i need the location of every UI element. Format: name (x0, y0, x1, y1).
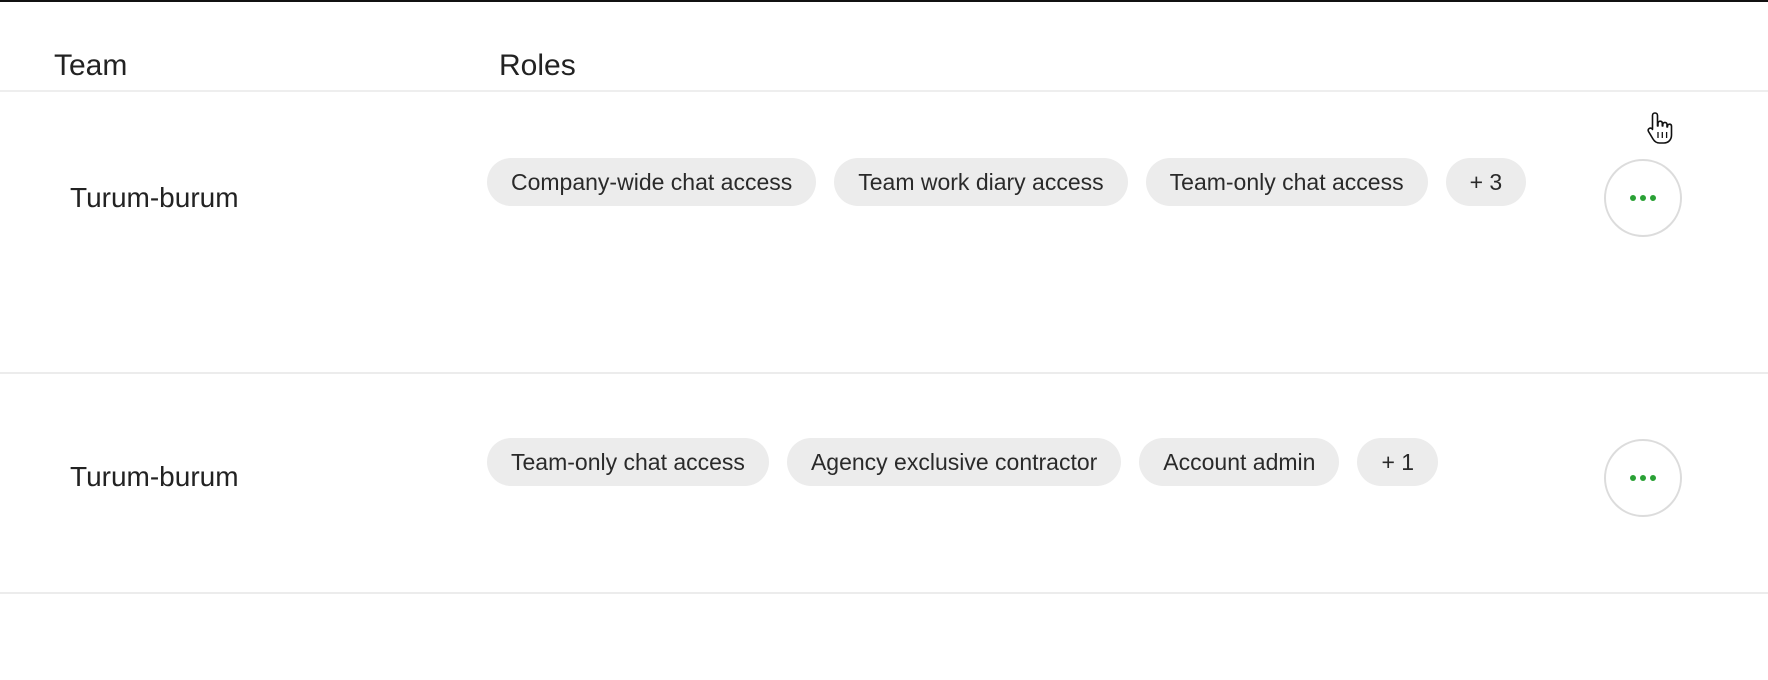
role-chips: Team-only chat access Agency exclusive c… (487, 438, 1547, 486)
row-actions-button[interactable] (1604, 439, 1682, 517)
role-chip[interactable]: Company-wide chat access (487, 158, 817, 206)
hand-pointer-icon (1647, 112, 1673, 144)
role-chips: Company-wide chat access Team work diary… (487, 158, 1547, 206)
team-name: Turum-burum (70, 182, 239, 213)
role-chip[interactable]: Account admin (1139, 438, 1340, 486)
more-horizontal-icon (1630, 195, 1656, 201)
table-header: Team Roles (0, 2, 1768, 92)
role-chip[interactable]: Team work diary access (834, 158, 1128, 206)
role-chip[interactable]: Team-only chat access (1145, 158, 1428, 206)
row-actions-button[interactable] (1604, 159, 1682, 237)
more-roles-chip[interactable]: + 3 (1445, 158, 1527, 206)
table-row: Turum-burum Team-only chat access Agency… (0, 374, 1768, 594)
team-column-header: Team (54, 49, 128, 82)
more-roles-chip[interactable]: + 1 (1357, 438, 1439, 486)
roles-column-header: Roles (499, 49, 576, 82)
more-horizontal-icon (1630, 475, 1656, 481)
team-roles-table: Team Roles Turum-burum Company-wide chat… (0, 2, 1768, 594)
team-name: Turum-burum (70, 461, 239, 492)
table-row: Turum-burum Company-wide chat access Tea… (0, 92, 1768, 374)
role-chip[interactable]: Team-only chat access (487, 438, 769, 486)
role-chip[interactable]: Agency exclusive contractor (786, 438, 1122, 486)
